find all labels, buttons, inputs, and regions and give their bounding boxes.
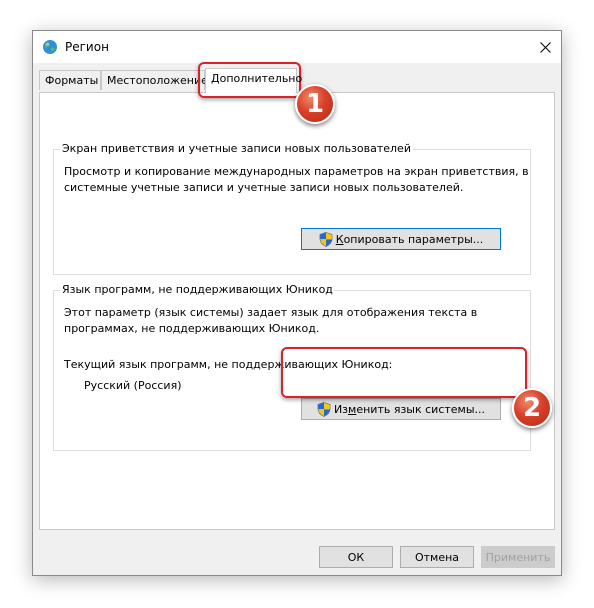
tab-label: Дополнительно <box>211 72 303 85</box>
uac-shield-icon <box>317 401 331 417</box>
welcome-screen-group: Экран приветствия и учетные записи новых… <box>53 142 531 275</box>
non-unicode-group-label: Язык программ, не поддерживающих Юникод <box>60 283 335 296</box>
close-button[interactable] <box>529 31 561 63</box>
apply-button[interactable]: Применить <box>481 546 555 568</box>
change-system-locale-label: Изменить язык системы... <box>333 402 486 416</box>
current-language-value: Русский (Россия) <box>84 379 182 392</box>
non-unicode-description-line: программах, не поддерживающих Юникод. <box>64 322 320 335</box>
globe-region-icon <box>43 40 57 54</box>
welcome-group-label: Экран приветствия и учетные записи новых… <box>60 142 413 155</box>
copy-settings-label: Копировать параметры... <box>335 232 484 246</box>
tab-label: Местоположение <box>107 74 208 87</box>
welcome-description-line: системные учетные записи и учетные запис… <box>64 181 464 194</box>
tab-formats[interactable]: Форматы <box>39 70 101 90</box>
window-title: Регион <box>65 40 109 54</box>
step-badge-number: 2 <box>522 393 542 423</box>
copy-settings-button[interactable]: Копировать параметры... <box>301 228 501 250</box>
welcome-description-line: Просмотр и копирование международных пар… <box>64 165 529 178</box>
step-badge-2: 2 <box>512 388 552 428</box>
welcome-description: Просмотр и копирование международных пар… <box>64 164 529 196</box>
tab-pane-administrative: Экран приветствия и учетные записи новых… <box>39 92 555 530</box>
change-system-locale-button[interactable]: Изменить язык системы... <box>301 398 501 420</box>
tab-administrative[interactable]: Дополнительно <box>205 68 302 93</box>
cancel-button[interactable]: Отмена <box>400 546 474 568</box>
non-unicode-description-line: Этот параметр (язык системы) задает язык… <box>64 306 478 319</box>
uac-shield-icon <box>319 231 333 247</box>
close-icon <box>539 41 551 53</box>
tab-location[interactable]: Местоположение <box>101 70 208 90</box>
ok-button[interactable]: ОК <box>319 546 393 568</box>
title-bar[interactable]: Регион <box>33 31 561 63</box>
ok-label: ОК <box>347 550 365 564</box>
non-unicode-description: Этот параметр (язык системы) задает язык… <box>64 305 477 337</box>
cancel-label: Отмена <box>414 550 460 564</box>
highlight-frame-change-locale <box>281 347 527 398</box>
step-badge-1: 1 <box>295 84 335 124</box>
tab-label: Форматы <box>45 74 99 87</box>
apply-label: Применить <box>485 550 551 564</box>
step-badge-number: 1 <box>305 89 325 119</box>
